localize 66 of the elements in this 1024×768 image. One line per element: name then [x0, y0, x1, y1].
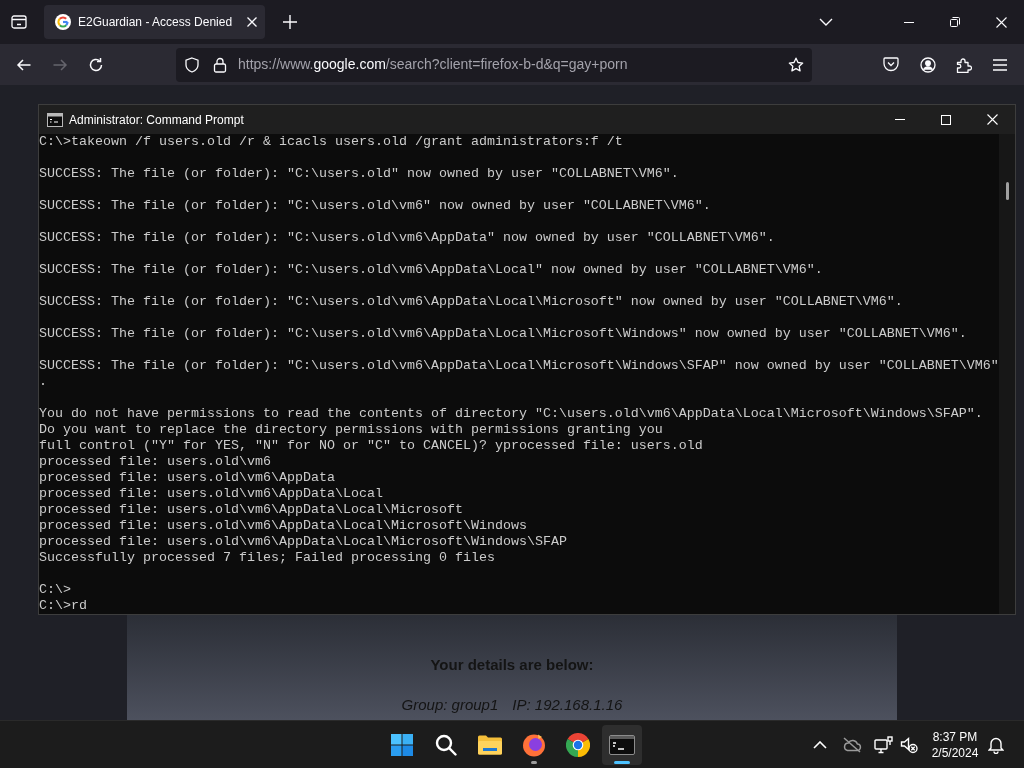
account-icon — [920, 56, 936, 73]
console-line: processed file: users.old\vm6 — [39, 454, 271, 470]
console-line: SUCCESS: The file (or folder): "C:\users.old\vm6\AppData" now owned by user "COLLABNET\VM6". — [39, 230, 775, 246]
console-line: C:\>takeown /f users.old /r & icacls users.old /grant administrators:f /t — [39, 134, 623, 150]
reload-icon — [88, 56, 104, 73]
speaker-muted-icon[interactable] — [900, 735, 918, 754]
terminal-icon — [47, 112, 63, 127]
puzzle-icon — [956, 56, 972, 73]
bell-icon[interactable] — [988, 735, 1004, 754]
detail-text: Group: group1 — [401, 695, 499, 715]
chevron-down-icon — [819, 18, 833, 26]
console-line: SUCCESS: The file (or folder): "C:\users.old\vm6" now owned by user "COLLABNET\VM6". — [39, 198, 711, 214]
close-icon — [995, 16, 1007, 28]
console-line: C:\> — [39, 582, 71, 598]
console-line: SUCCESS: The file (or folder): "C:\users.old" now owned by user "COLLABNET\VM6". — [39, 166, 679, 182]
tab-title: E2Guardian - Access Denied — [78, 14, 233, 31]
terminal-icon — [609, 734, 635, 755]
console-line: processed file: users.old\vm6\AppData\Local — [39, 486, 383, 502]
plus-icon — [283, 15, 297, 29]
window-title: Administrator: Command Prompt — [69, 111, 244, 129]
minimize-icon — [904, 21, 914, 23]
star-icon[interactable] — [788, 56, 804, 73]
browser-tab[interactable]: E2Guardian - Access Denied — [44, 5, 265, 39]
console-line: . — [39, 374, 47, 390]
minimize-icon — [895, 119, 905, 120]
scrollbar[interactable] — [999, 134, 1015, 614]
chevron-up-icon[interactable] — [813, 740, 827, 749]
cloud-off-icon[interactable] — [842, 736, 862, 753]
shield-chevron-icon — [883, 57, 899, 72]
console-line: full control ("Y" for YES, "N" for NO or "C" to CANCEL)? yprocessed file: users.old — [39, 438, 703, 454]
console-line: You do not have permissions to read the contents of directory "C:\users.old\vm6\AppData\Local\Microsoft\Windows\SFAP". — [39, 406, 983, 422]
console-line: processed file: users.old\vm6\AppData\Local\Microsoft — [39, 502, 463, 518]
clock-time: 8:37 PM — [932, 728, 978, 745]
chrome-icon — [566, 732, 590, 757]
console-line: processed file: users.old\vm6\AppData\Local\Microsoft\Windows\SFAP — [39, 534, 567, 550]
console-line: Successfully processed 7 files; Failed processing 0 files — [39, 550, 495, 566]
clock-date: 2/5/2024 — [931, 744, 979, 761]
scrollbar-thumb[interactable] — [1005, 182, 1009, 200]
folder-icon — [478, 734, 502, 755]
windows-logo-icon — [391, 733, 413, 756]
g-logo-icon — [55, 14, 71, 30]
menu-icon — [993, 58, 1007, 71]
address-bar[interactable]: https://www.google.com/search?client=firefox-b-d&q=gay+porn — [176, 47, 812, 82]
console-line: processed file: users.old\vm6\AppData — [39, 470, 335, 486]
console-line: SUCCESS: The file (or folder): "C:\users.old\vm6\AppData\Local\Microsoft" now owned by user "COLLABNET\VM6". — [39, 294, 903, 310]
search-icon — [435, 733, 457, 756]
url-text[interactable]: https://www.google.com/search?client=firefox-b-d&q=gay+porn — [238, 54, 628, 75]
console-line: SUCCESS: The file (or folder): "C:\users.old\vm6\AppData\Local\Microsoft\Windows" now owned by user "COLLABNET\VM6". — [39, 326, 967, 342]
monitor-plug-icon[interactable] — [873, 735, 893, 754]
console-line: processed file: users.old\vm6\AppData\Local\Microsoft\Windows — [39, 518, 527, 534]
restore-icon — [950, 17, 960, 27]
maximize-icon — [941, 114, 951, 125]
console-line: Do you want to replace the directory permissions with permissions granting you — [39, 422, 663, 438]
detail-text: IP: 192.168.1.16 — [512, 695, 623, 715]
forward-arrow-icon — [52, 56, 68, 73]
console-line: C:\>rd — [39, 598, 87, 614]
console-line: SUCCESS: The file (or folder): "C:\users.old\vm6\AppData\Local\Microsoft\Windows\SFAP" now owned by user "COLLABNET\VM6" — [39, 358, 999, 374]
command-prompt-button[interactable] — [602, 724, 642, 765]
close-icon — [247, 17, 257, 27]
back-arrow-icon — [16, 56, 32, 73]
lock-icon[interactable] — [212, 56, 228, 73]
shield-icon[interactable] — [184, 56, 200, 73]
console-line: SUCCESS: The file (or folder): "C:\users.old\vm6\AppData\Local" now owned by user "COLLABNET\VM6". — [39, 262, 823, 278]
firefox-icon — [522, 732, 546, 757]
close-icon — [986, 114, 998, 125]
window-icon — [11, 14, 27, 30]
